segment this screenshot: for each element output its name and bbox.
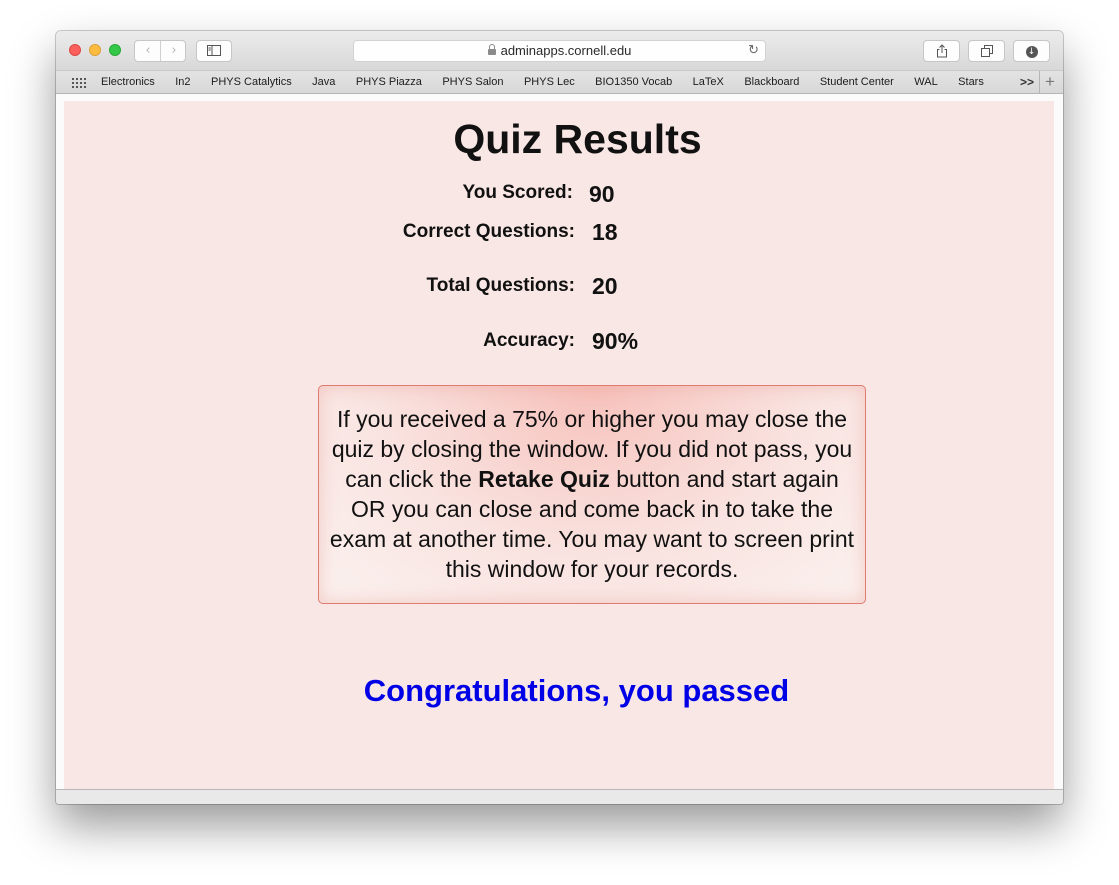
total-questions-label: Total Questions:	[426, 275, 575, 296]
correct-questions-label: Correct Questions:	[402, 221, 575, 242]
score-label: You Scored:	[462, 182, 574, 203]
bookmark-item[interactable]: Stars	[958, 71, 984, 93]
address-bar[interactable]: adminapps.cornell.edu ↻	[353, 40, 766, 62]
page-title: Quiz Results	[453, 116, 702, 162]
pass-message: Congratulations, you passed	[363, 673, 790, 708]
retake-quiz-reference: Retake Quiz	[478, 466, 610, 492]
bookmark-item[interactable]: LaTeX	[693, 71, 724, 93]
title-bar: ‹ › adminapps.cornell.edu ↻ ↓	[56, 31, 1063, 70]
close-window-button[interactable]	[69, 44, 81, 56]
apps-grid-icon[interactable]	[72, 78, 86, 88]
browser-window: ‹ › adminapps.cornell.edu ↻ ↓ Electronic…	[56, 31, 1063, 804]
status-bar	[56, 789, 1063, 804]
maximize-window-button[interactable]	[109, 44, 121, 56]
score-value: 90	[589, 181, 615, 207]
lock-icon	[487, 44, 496, 55]
bookmark-list: Electronics In2 PHYS Catalytics Java PHY…	[101, 71, 1000, 93]
downloads-button[interactable]: ↓	[1013, 40, 1050, 62]
bookmark-item[interactable]: PHYS Salon	[442, 71, 503, 93]
navigation-buttons: ‹ ›	[134, 40, 186, 62]
bookmarks-bar: Electronics In2 PHYS Catalytics Java PHY…	[56, 70, 1063, 94]
bookmark-item[interactable]: Student Center	[820, 71, 894, 93]
show-tabs-button[interactable]	[968, 40, 1005, 62]
correct-questions-value: 18	[592, 219, 618, 245]
tabs-icon	[980, 45, 993, 57]
back-button[interactable]: ‹	[135, 41, 161, 61]
download-icon: ↓	[1025, 45, 1038, 58]
share-icon	[936, 44, 947, 58]
bookmark-item[interactable]: PHYS Catalytics	[211, 71, 292, 93]
bookmark-item[interactable]: Java	[312, 71, 335, 93]
forward-button[interactable]: ›	[161, 41, 187, 61]
bookmark-item[interactable]: In2	[175, 71, 190, 93]
share-button[interactable]	[923, 40, 960, 62]
new-tab-plus-icon[interactable]: +	[1045, 71, 1055, 92]
bookmark-item[interactable]: WAL	[914, 71, 937, 93]
reload-icon[interactable]: ↻	[748, 41, 759, 61]
total-questions-value: 20	[592, 273, 618, 299]
page-content: Quiz Results You Scored: 90 Correct Ques…	[64, 101, 1054, 789]
sidebar-toggle-button[interactable]	[196, 40, 232, 62]
url-text: adminapps.cornell.edu	[500, 43, 632, 58]
minimize-window-button[interactable]	[89, 44, 101, 56]
more-bookmarks-button[interactable]: >>	[1020, 71, 1034, 93]
instructions-notice: If you received a 75% or higher you may …	[318, 385, 866, 604]
divider	[1039, 71, 1040, 93]
bookmark-item[interactable]: Blackboard	[744, 71, 799, 93]
accuracy-label: Accuracy:	[483, 330, 575, 351]
sidebar-icon	[207, 45, 221, 56]
bookmark-item[interactable]: BIO1350 Vocab	[595, 71, 672, 93]
bookmark-item[interactable]: PHYS Lec	[524, 71, 575, 93]
bookmark-item[interactable]: PHYS Piazza	[356, 71, 422, 93]
accuracy-value: 90%	[592, 328, 639, 354]
bookmark-item[interactable]: Electronics	[101, 71, 155, 93]
